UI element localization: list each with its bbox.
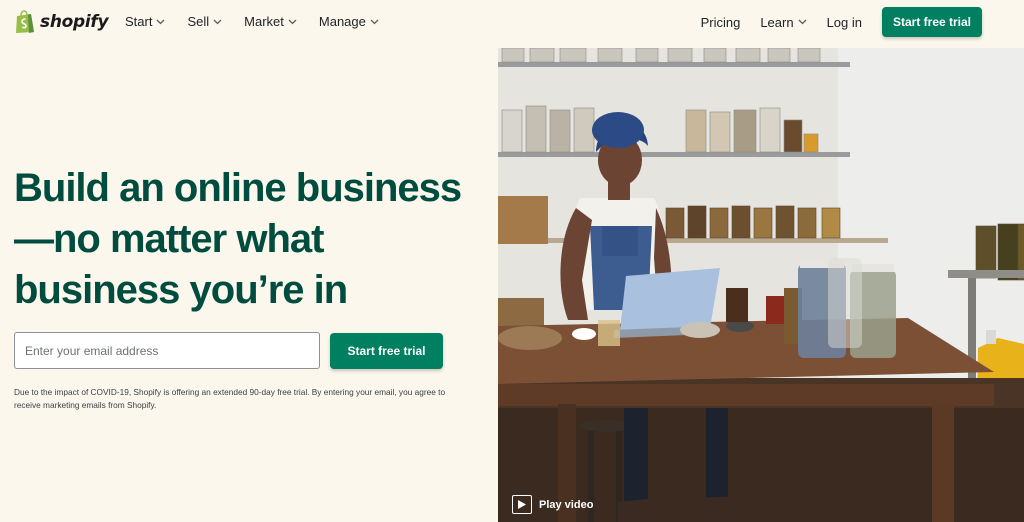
nav-start-label: Start xyxy=(125,14,153,29)
nav-market[interactable]: Market xyxy=(244,14,297,29)
chevron-down-icon xyxy=(798,19,807,25)
nav-manage[interactable]: Manage xyxy=(319,14,379,29)
email-input[interactable] xyxy=(14,332,320,369)
play-video-label: Play video xyxy=(539,498,594,511)
chevron-down-icon xyxy=(370,19,379,24)
play-video-button[interactable]: Play video xyxy=(512,495,593,514)
hero-photo xyxy=(498,48,1024,522)
primary-nav: Start Sell Market Manage xyxy=(125,14,379,29)
nav-sell[interactable]: Sell xyxy=(187,14,222,29)
nav-pricing[interactable]: Pricing xyxy=(701,15,741,30)
nav-market-label: Market xyxy=(244,14,284,29)
shopify-logo[interactable]: shopify xyxy=(14,10,109,34)
chevron-down-icon xyxy=(213,19,222,24)
nav-sell-label: Sell xyxy=(187,14,210,29)
nav-learn[interactable]: Learn xyxy=(760,14,807,30)
hero-photo-illustration xyxy=(498,48,1024,522)
nav-learn-label: Learn xyxy=(760,14,794,30)
shopping-bag-icon xyxy=(16,10,34,33)
secondary-nav: Pricing Learn Log in Start free trial xyxy=(701,7,982,37)
chevron-down-icon xyxy=(157,19,165,24)
play-icon xyxy=(512,495,532,514)
site-header: shopify Start Sell Market Manage Pricing… xyxy=(0,0,1024,46)
logo-wordmark: shopify xyxy=(40,12,109,32)
hero-headline: Build an online business—no matter what … xyxy=(14,166,462,312)
nav-manage-label: Manage xyxy=(318,14,366,29)
chevron-down-icon xyxy=(288,19,297,24)
covid-disclaimer: Due to the impact of COVID-19, Shopify i… xyxy=(14,387,446,410)
nav-login[interactable]: Log in xyxy=(827,15,862,30)
nav-start[interactable]: Start xyxy=(125,14,165,29)
header-start-trial-button[interactable]: Start free trial xyxy=(882,7,982,37)
hero-start-trial-button[interactable]: Start free trial xyxy=(330,333,443,369)
